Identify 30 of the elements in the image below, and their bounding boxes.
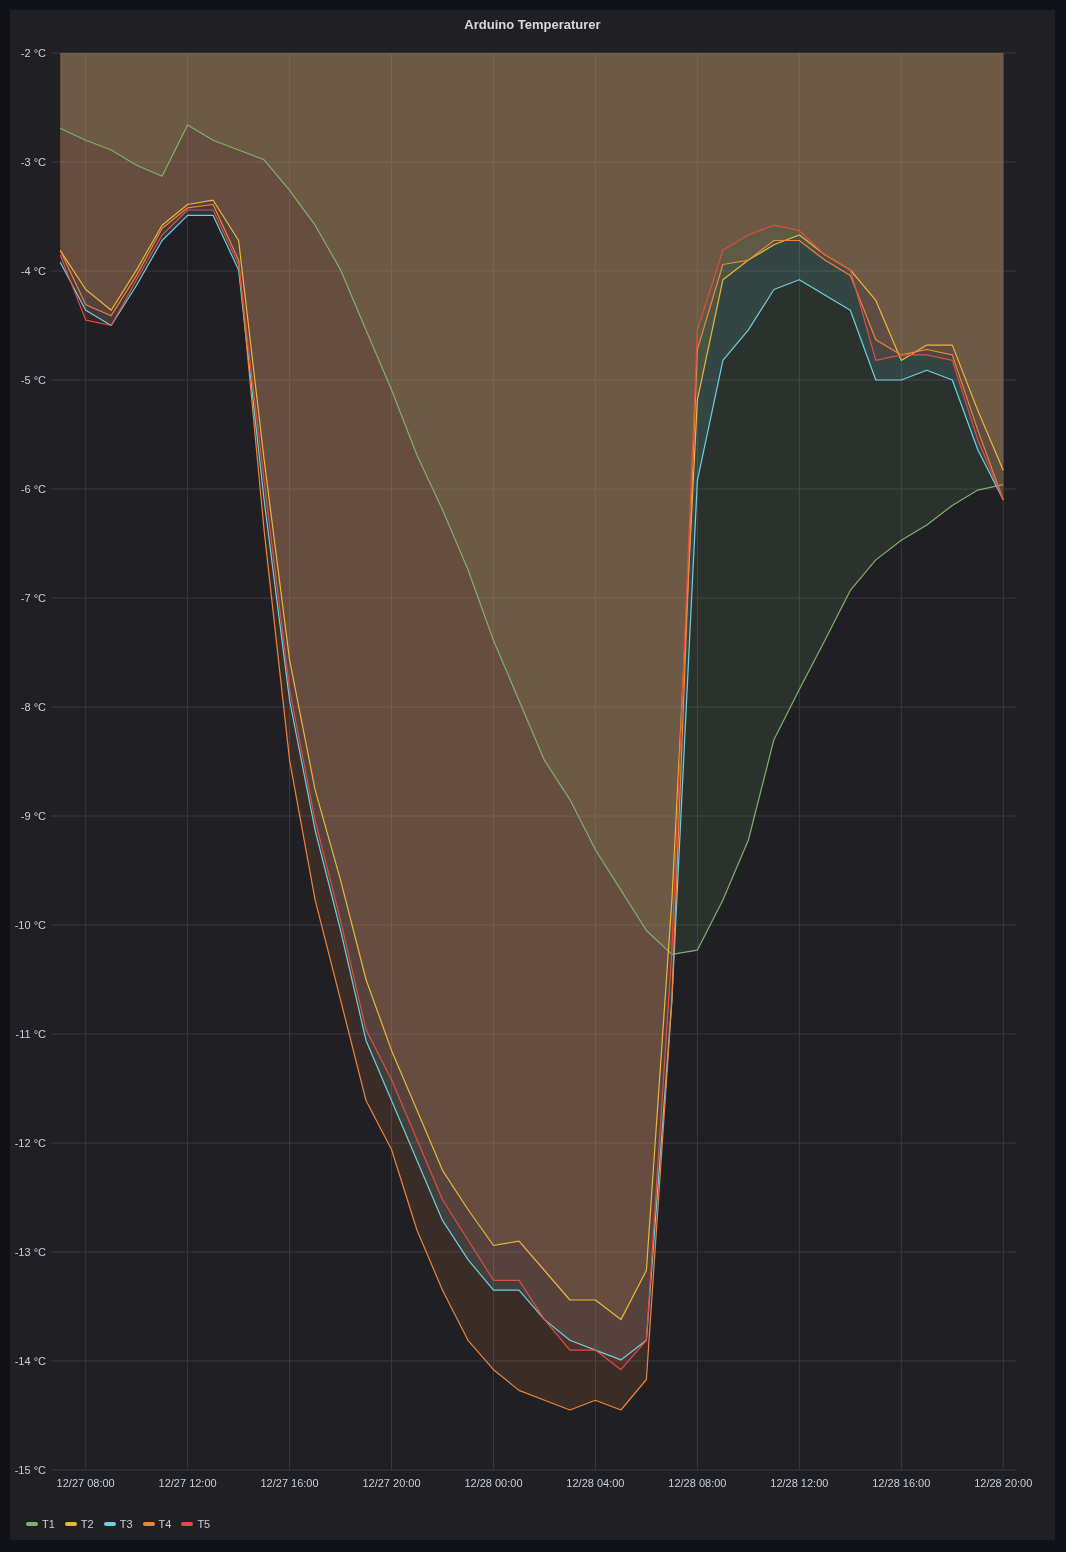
x-axis-label: 12/27 20:00 (362, 1477, 421, 1489)
y-axis-label: -12 °C (14, 1137, 46, 1149)
y-axis-label: -6 °C (20, 483, 46, 495)
y-axis-label: -11 °C (15, 1028, 46, 1040)
y-axis-label: -13 °C (14, 1246, 46, 1258)
y-axis-label: -5 °C (20, 374, 46, 386)
x-axis-label: 12/28 20:00 (974, 1477, 1033, 1489)
legend-label[interactable]: T4 (158, 1518, 172, 1530)
legend-label[interactable]: T3 (119, 1518, 133, 1530)
x-axis-label: 12/28 04:00 (566, 1477, 625, 1489)
x-axis-label: 12/28 00:00 (464, 1477, 523, 1489)
legend-label[interactable]: T2 (80, 1518, 94, 1530)
panel-title: Arduino Temperaturer (464, 16, 601, 34)
y-axis-label: -3 °C (20, 156, 46, 168)
y-axis-label: -10 °C (14, 919, 46, 931)
y-axis-label: -14 °C (14, 1355, 46, 1367)
x-axis-label: 12/27 08:00 (56, 1477, 115, 1489)
x-axis-label: 12/28 16:00 (872, 1477, 931, 1489)
y-axis-label: -8 °C (20, 701, 46, 713)
legend-label[interactable]: T1 (42, 1518, 55, 1530)
x-axis-label: 12/28 12:00 (770, 1477, 829, 1489)
y-axis-label: -2 °C (20, 47, 46, 59)
y-axis-label: -15 °C (14, 1464, 46, 1476)
y-axis-label: -4 °C (20, 265, 46, 277)
x-axis-label: 12/28 08:00 (668, 1477, 727, 1489)
x-axis-label: 12/27 16:00 (260, 1477, 319, 1489)
legend-label[interactable]: T5 (197, 1518, 211, 1530)
y-axis-label: -7 °C (20, 592, 46, 604)
x-axis-label: 12/27 12:00 (158, 1477, 217, 1489)
y-axis-label: -9 °C (20, 810, 46, 822)
